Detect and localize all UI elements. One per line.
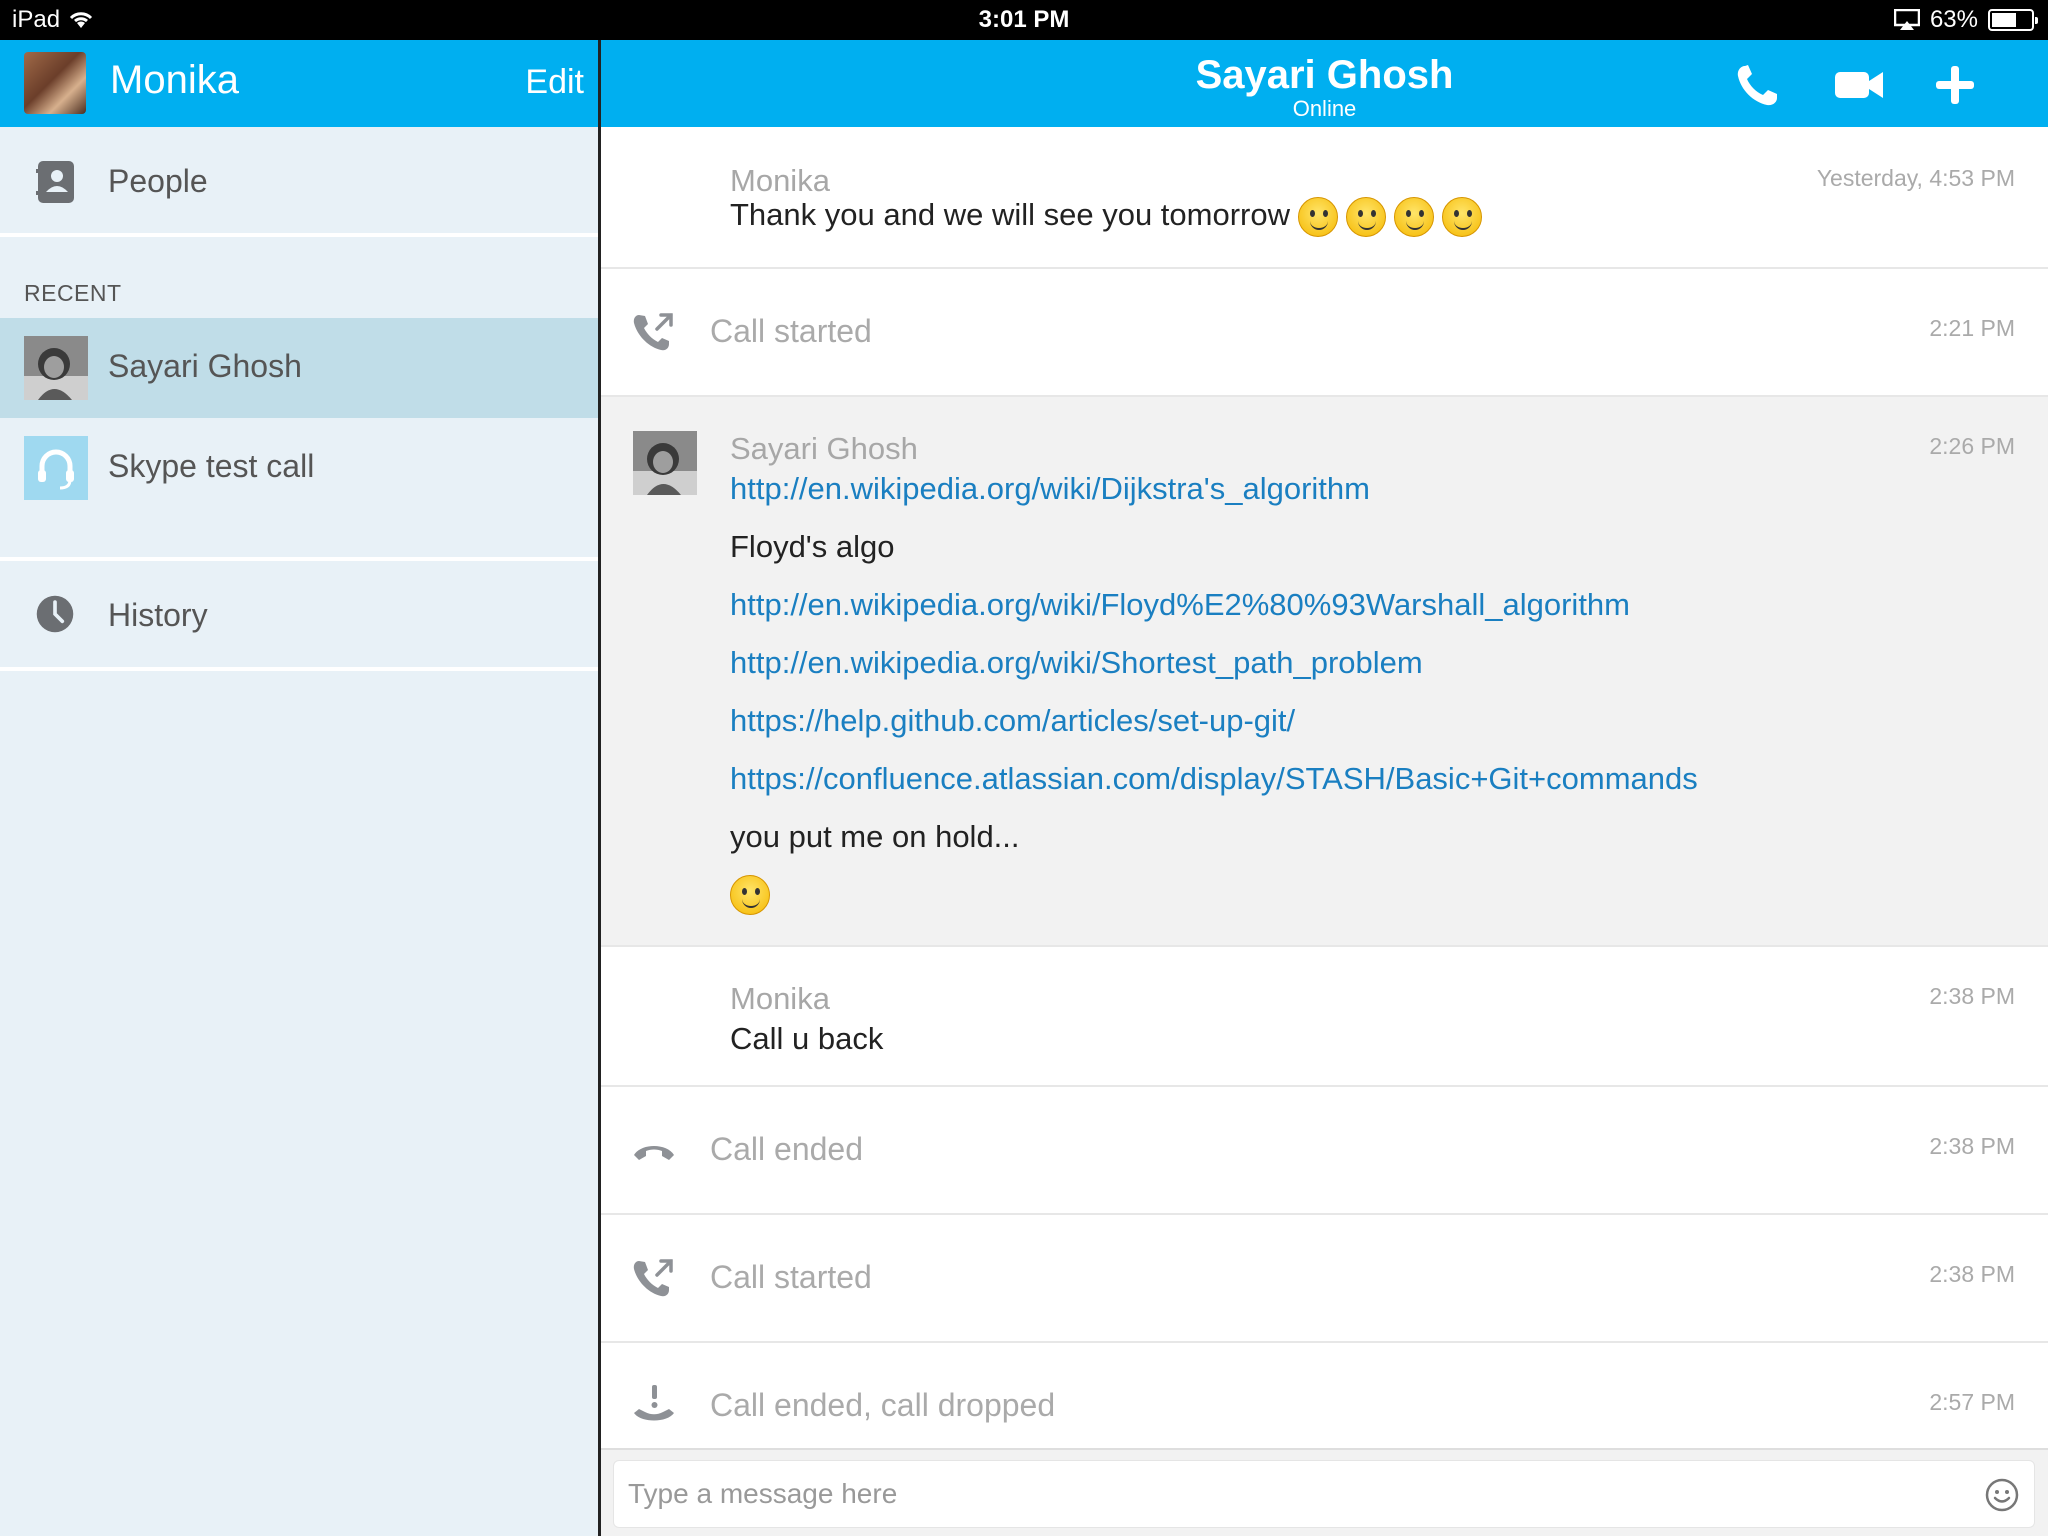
message-link[interactable]: https://help.github.com/articles/set-up-… bbox=[730, 703, 1295, 739]
battery-percent: 63% bbox=[1929, 6, 1978, 33]
message-text: Thank you and we will see you tomorrow bbox=[730, 197, 1482, 237]
smiley-emoji-icon bbox=[1345, 197, 1386, 237]
emoticon-picker-icon[interactable] bbox=[1984, 1477, 2020, 1513]
message-link[interactable]: https://confluence.atlassian.com/display… bbox=[730, 761, 1698, 797]
clock-icon bbox=[36, 595, 74, 633]
message-composer bbox=[601, 1448, 2048, 1536]
status-bar-right: 63% bbox=[1893, 6, 2038, 34]
message-time: Yesterday, 4:53 PM bbox=[1816, 165, 2015, 191]
message-time: 2:21 PM bbox=[1929, 315, 2015, 341]
phone-icon[interactable] bbox=[1731, 60, 1787, 110]
call-event: Call ended 2:38 PM bbox=[601, 1087, 2048, 1215]
message-sender: Monika bbox=[730, 981, 830, 1016]
message-link[interactable]: http://en.wikipedia.org/wiki/Floyd%E2%80… bbox=[730, 587, 1630, 623]
recent-item-sayari-ghosh[interactable]: Sayari Ghosh bbox=[0, 318, 600, 418]
smiley-emoji-icon bbox=[1297, 197, 1338, 237]
call-event-text: Call ended bbox=[710, 1131, 863, 1167]
call-dropped-icon bbox=[634, 1385, 674, 1421]
recent-item-label: Skype test call bbox=[108, 448, 315, 484]
battery-icon bbox=[1988, 9, 2038, 31]
recent-heading: RECENT bbox=[24, 280, 122, 306]
message-time: 2:38 PM bbox=[1929, 1133, 2015, 1159]
plus-icon[interactable] bbox=[1927, 60, 1983, 110]
airplay-icon bbox=[1893, 9, 1920, 30]
call-event-text: Call ended, call dropped bbox=[710, 1387, 1056, 1423]
sender-avatar bbox=[633, 431, 697, 495]
sidebar-item-history[interactable]: History bbox=[0, 561, 600, 671]
message-text: Floyd's algo bbox=[730, 529, 895, 564]
call-started-icon bbox=[633, 313, 673, 351]
chat-message[interactable]: Monika Yesterday, 4:53 PM Thank you and … bbox=[601, 127, 2048, 269]
status-time: 3:01 PM bbox=[978, 6, 1070, 33]
message-text: you put me on hold... bbox=[730, 819, 1020, 854]
chat-message[interactable]: Sayari Ghosh 2:26 PM http://en.wikipedia… bbox=[601, 397, 2048, 947]
message-time: 2:57 PM bbox=[1929, 1389, 2015, 1415]
battery-fill bbox=[1992, 13, 2016, 27]
sidebar-item-label: People bbox=[108, 163, 208, 199]
message-time: 2:38 PM bbox=[1929, 1261, 2015, 1287]
message-link[interactable]: http://en.wikipedia.org/wiki/Dijkstra's_… bbox=[730, 471, 1370, 507]
smiley-emoji-icon bbox=[1393, 197, 1434, 237]
sidebar-header: Monika Edit bbox=[0, 40, 600, 127]
message-time: 2:26 PM bbox=[1929, 433, 2015, 459]
message-list[interactable]: Monika Yesterday, 4:53 PM Thank you and … bbox=[601, 127, 2048, 1443]
contact-avatar bbox=[24, 336, 88, 400]
message-input-box[interactable] bbox=[613, 1460, 2035, 1528]
smiley-emoji-icon bbox=[730, 875, 770, 915]
message-sender: Monika bbox=[730, 163, 830, 198]
recent-item-skype-test-call[interactable]: Skype test call bbox=[0, 418, 600, 518]
status-bar: iPad 3:01 PM 63% bbox=[0, 0, 2048, 40]
message-link[interactable]: http://en.wikipedia.org/wiki/Shortest_pa… bbox=[730, 645, 1423, 681]
message-input[interactable] bbox=[614, 1461, 1974, 1527]
chat-header: Sayari Ghosh Online bbox=[601, 40, 2048, 127]
call-started-icon bbox=[633, 1259, 673, 1297]
edit-button[interactable]: Edit bbox=[525, 63, 584, 102]
contacts-book-icon bbox=[36, 161, 74, 203]
sidebar: Monika Edit People RECENT Sayari Ghosh S… bbox=[0, 40, 600, 1536]
message-time: 2:38 PM bbox=[1929, 983, 2015, 1009]
smiley-emoji-icon bbox=[1441, 197, 1482, 237]
message-text: Call u back bbox=[730, 1021, 884, 1056]
sidebar-item-label: History bbox=[108, 597, 208, 633]
headset-icon bbox=[24, 436, 88, 500]
call-event: Call started 2:21 PM bbox=[601, 269, 2048, 397]
user-avatar[interactable] bbox=[24, 52, 86, 114]
message-body: Thank you and we will see you tomorrow bbox=[730, 197, 1290, 233]
chat-pane: Sayari Ghosh Online Monika Yesterday, 4:… bbox=[601, 40, 2048, 1536]
message-sender: Sayari Ghosh bbox=[730, 431, 918, 466]
call-ended-icon bbox=[634, 1146, 674, 1160]
call-event-text: Call started bbox=[710, 313, 872, 349]
call-event: Call started 2:38 PM bbox=[601, 1215, 2048, 1343]
video-camera-icon[interactable] bbox=[1831, 60, 1887, 110]
recent-item-label: Sayari Ghosh bbox=[108, 348, 302, 384]
user-name[interactable]: Monika bbox=[110, 58, 239, 103]
call-event-text: Call started bbox=[710, 1259, 872, 1295]
call-event: Call ended, call dropped 2:57 PM bbox=[601, 1343, 2048, 1443]
chat-message[interactable]: Monika 2:38 PM Call u back bbox=[601, 947, 2048, 1087]
sidebar-item-people[interactable]: People bbox=[0, 127, 600, 237]
